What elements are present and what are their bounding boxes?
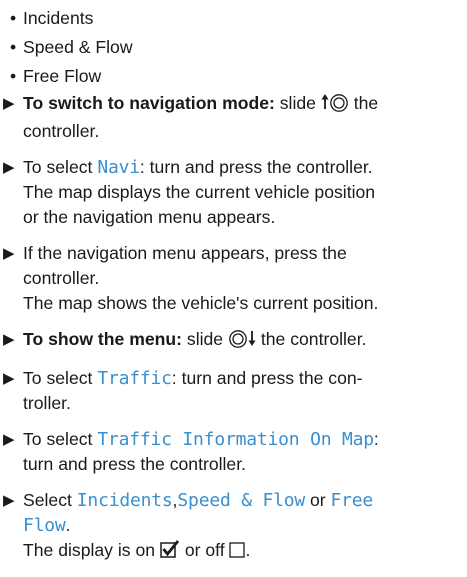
step-switch-navigation: ▶ To switch to navigation mode: slide th… [3, 92, 379, 141]
step-arrow-icon: ▶ [3, 431, 15, 448]
display-text-free: Free [330, 490, 374, 511]
manual-page: Incidents Speed & Flow Free Flow ▶ To sw… [0, 0, 467, 560]
checkbox-checked-icon [160, 540, 180, 566]
step-heading: To show the menu: [23, 329, 182, 349]
step-select-traffic-info-on-map: ▶ To select Traffic Information On Map: … [3, 429, 379, 474]
step-arrow-icon: ▶ [3, 245, 15, 262]
layer-option-incidents: Incidents [10, 4, 133, 33]
step-heading: To switch to navigation mode: [23, 93, 275, 113]
step-navigation-menu: ▶ If the navigation menu appears, press … [3, 243, 379, 313]
step-arrow-icon: ▶ [3, 492, 15, 509]
step-arrow-icon: ▶ [3, 159, 15, 176]
display-text-flow: Flow [23, 515, 66, 536]
display-text-traffic-info-on-map: Traffic Information On Map [97, 429, 374, 450]
layer-option-list: Incidents Speed & Flow Free Flow [10, 4, 133, 91]
controller-slide-down-icon [228, 328, 256, 355]
step-arrow-icon: ▶ [3, 95, 15, 112]
layer-option-speed-flow: Speed & Flow [10, 33, 133, 62]
step-show-menu: ▶ To show the menu: slide the controller… [1, 327, 463, 355]
step-select-navi: ▶ To select Navi: turn and press the con… [3, 157, 376, 227]
layer-option-free-flow: Free Flow [10, 62, 133, 91]
step-arrow-icon: ▶ [3, 370, 15, 387]
display-text-traffic: Traffic [97, 368, 172, 389]
step-select-layer: ▶ Select Incidents,Speed & Flow or Free … [1, 488, 463, 566]
step-arrow-icon: ▶ [3, 331, 15, 348]
checkbox-unchecked-icon [229, 540, 246, 566]
display-text-incidents: Incidents [76, 490, 173, 511]
display-text-navi: Navi [97, 157, 140, 178]
display-text-speed-flow: Speed & Flow [177, 490, 306, 511]
controller-slide-up-icon [321, 92, 349, 119]
step-select-traffic: ▶ To select Traffic: turn and press the … [3, 368, 363, 413]
instruction-steps: ▶ To switch to navigation mode: slide th… [1, 91, 463, 577]
